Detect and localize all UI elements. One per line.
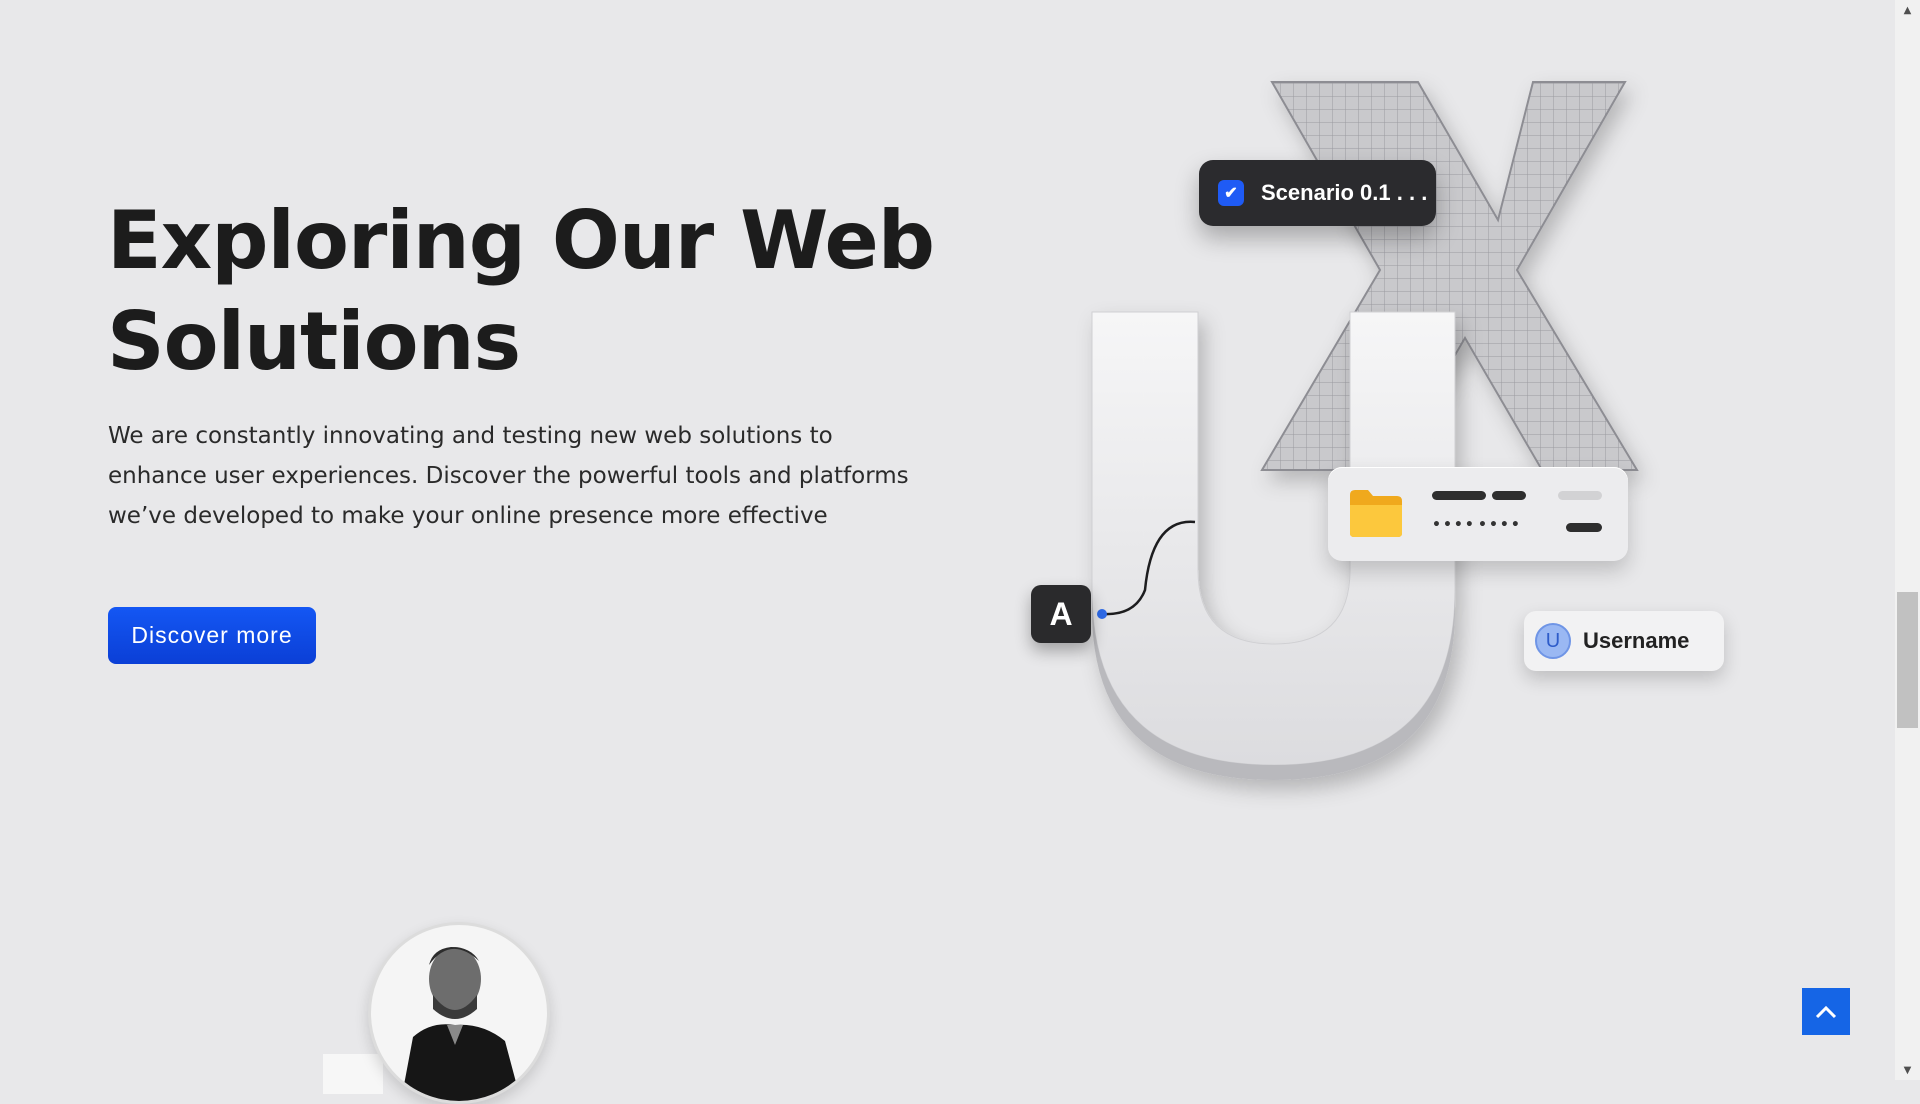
- folder-dots: ••••: [1478, 517, 1522, 533]
- person-silhouette: [401, 947, 521, 1101]
- hero-title-line-2: Solutions: [107, 295, 521, 388]
- scenario-label: Scenario 0.1 . . .: [1261, 180, 1428, 205]
- folder-chip: •••• ••••: [1328, 467, 1628, 561]
- back-to-top-button[interactable]: [1802, 988, 1850, 1035]
- scrollbar-thumb[interactable]: [1897, 592, 1918, 728]
- folder-icon: [1350, 490, 1402, 537]
- portrait-card: [323, 1054, 383, 1094]
- hero-title: Exploring Our Web Solutions: [107, 190, 967, 392]
- team-member-photo: [368, 922, 550, 1104]
- triangle-up-icon[interactable]: ▲: [1895, 0, 1920, 20]
- hero-title-line-1: Exploring Our Web: [107, 194, 935, 287]
- folder-bar: [1432, 491, 1486, 500]
- folder-dots: ••••: [1432, 517, 1476, 533]
- key-a-badge: A: [1031, 585, 1091, 643]
- triangle-down-icon[interactable]: ▼: [1895, 1060, 1920, 1080]
- check-icon: ✔: [1218, 180, 1244, 206]
- connector-dot: [1097, 609, 1107, 619]
- folder-bar: [1492, 491, 1526, 500]
- discover-more-button[interactable]: Discover more: [108, 607, 316, 664]
- username-label: Username: [1583, 628, 1690, 653]
- chevron-up-icon: [1815, 1005, 1837, 1018]
- folder-bar: [1566, 523, 1602, 532]
- username-chip: U Username: [1524, 611, 1724, 671]
- page: Exploring Our Web Solutions We are const…: [0, 0, 1895, 1104]
- vertical-scrollbar[interactable]: ▲ ▼: [1895, 0, 1920, 1080]
- hero-description: We are constantly innovating and testing…: [108, 423, 909, 529]
- scenario-chip: ✔ Scenario 0.1 . . .: [1199, 160, 1436, 226]
- folder-bar: [1558, 491, 1602, 500]
- avatar: U: [1535, 623, 1571, 659]
